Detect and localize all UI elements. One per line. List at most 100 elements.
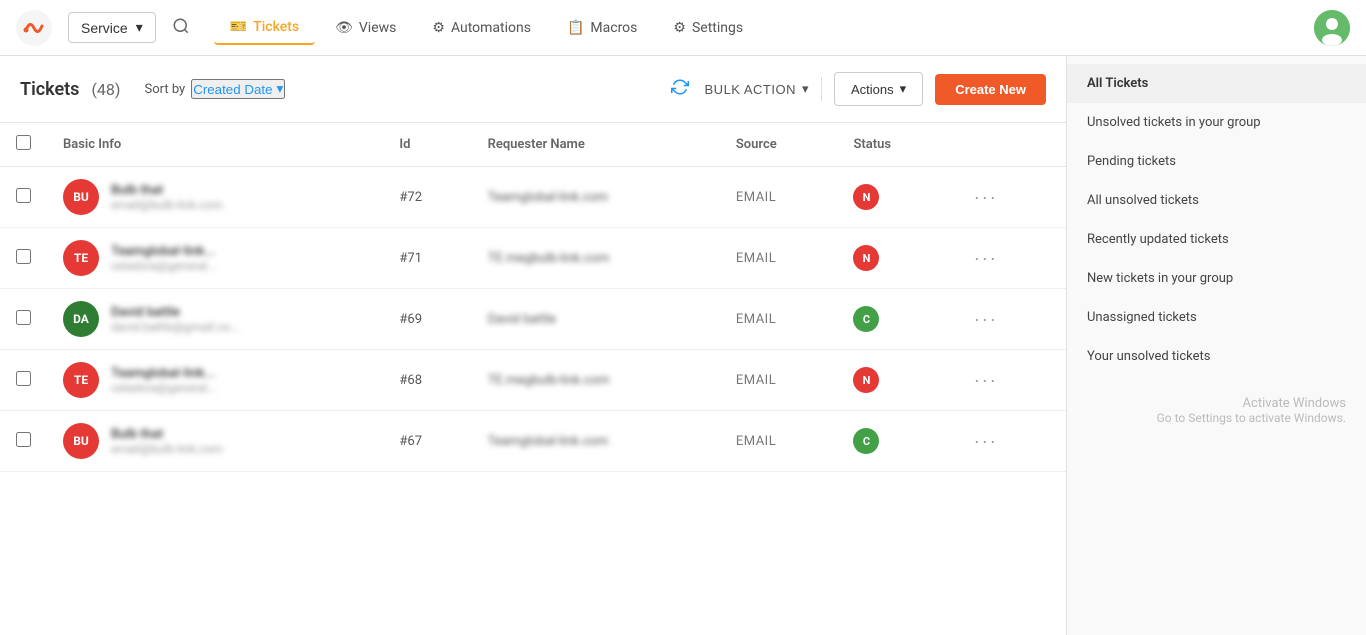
- nav-item-tickets[interactable]: 🎫 Tickets: [214, 11, 315, 45]
- sidebar-item-new-in-group[interactable]: New tickets in your group: [1067, 259, 1366, 298]
- avatar-circle: BU: [63, 179, 99, 215]
- column-source: Source: [720, 123, 838, 167]
- column-actions: [950, 123, 1066, 167]
- basic-info-text: Bulb that email@bulb-link.com: [111, 427, 223, 456]
- basic-info-email: celadora@general...: [111, 381, 217, 395]
- basic-info-name: Bulb that: [111, 427, 223, 442]
- sort-by-label: Sort by: [144, 82, 185, 97]
- sidebar-item-unassigned[interactable]: Unassigned tickets: [1067, 298, 1366, 337]
- row-checkbox-cell: [0, 411, 47, 472]
- views-icon: 👁: [335, 20, 353, 36]
- row-more-button[interactable]: ···: [966, 427, 1006, 456]
- row-more-button[interactable]: ···: [966, 366, 1006, 395]
- status-cell: N: [837, 350, 949, 411]
- nav-items: 🎫 Tickets 👁 Views ⚙ Automations 📋 Macros…: [214, 11, 1306, 45]
- tickets-icon: 🎫: [230, 19, 247, 35]
- requester-name: Teamglobal-link.com: [472, 411, 720, 472]
- column-status: Status: [837, 123, 949, 167]
- chevron-down-icon: ▾: [276, 81, 283, 97]
- basic-info-text: David battle david.battle@gmail.co...: [111, 305, 239, 334]
- toolbar-divider: [821, 77, 822, 101]
- avatar[interactable]: [1314, 10, 1350, 46]
- refresh-button[interactable]: [667, 74, 693, 105]
- source: EMAIL: [720, 167, 838, 228]
- service-dropdown[interactable]: Service ▾: [68, 12, 156, 43]
- basic-info-name: Teamglobal-link...: [111, 244, 217, 259]
- basic-info-email: celadora@general...: [111, 259, 217, 273]
- sort-value-button[interactable]: Created Date ▾: [191, 79, 285, 99]
- tickets-table-container: Basic Info Id Requester Name Source Stat…: [0, 123, 1066, 635]
- activate-windows-subtitle: Go to Settings to activate Windows.: [1087, 411, 1346, 425]
- sidebar-item-recently-updated[interactable]: Recently updated tickets: [1067, 220, 1366, 259]
- row-more-button[interactable]: ···: [966, 244, 1006, 273]
- row-checkbox-cell: [0, 228, 47, 289]
- row-more-button[interactable]: ···: [966, 183, 1006, 212]
- ticket-id: #67: [383, 411, 471, 472]
- table-row: DA David battle david.battle@gmail.co...…: [0, 289, 1066, 350]
- sidebar-item-all-tickets[interactable]: All Tickets: [1067, 64, 1366, 103]
- table-row: BU Bulb that email@bulb-link.com #72 Tea…: [0, 167, 1066, 228]
- status-badge: C: [853, 428, 879, 454]
- ticket-id: #71: [383, 228, 471, 289]
- sort-by: Sort by Created Date ▾: [144, 79, 285, 99]
- status-badge: N: [853, 367, 879, 393]
- row-checkbox-0[interactable]: [16, 188, 31, 203]
- status-cell: C: [837, 289, 949, 350]
- source: EMAIL: [720, 411, 838, 472]
- avatar-circle: TE: [63, 362, 99, 398]
- requester-name: TE.megbulb-link.com: [472, 350, 720, 411]
- row-checkbox-1[interactable]: [16, 249, 31, 264]
- status-badge: N: [853, 184, 879, 210]
- requester-name: Teamglobal-link.com: [472, 167, 720, 228]
- row-checkbox-2[interactable]: [16, 310, 31, 325]
- table-header-row: Basic Info Id Requester Name Source Stat…: [0, 123, 1066, 167]
- left-content: Tickets (48) Sort by Created Date ▾: [0, 56, 1066, 635]
- row-more-cell: ···: [950, 411, 1066, 472]
- status-cell: C: [837, 411, 949, 472]
- nav-item-automations[interactable]: ⚙ Automations: [416, 12, 547, 44]
- column-basic-info: Basic Info: [47, 123, 383, 167]
- nav-item-views[interactable]: 👁 Views: [319, 12, 412, 44]
- basic-info-name: David battle: [111, 305, 239, 320]
- toolbar-right: BULK ACTION ▾ Actions ▾ Create New: [667, 72, 1046, 106]
- actions-button[interactable]: Actions ▾: [834, 72, 923, 106]
- row-checkbox-4[interactable]: [16, 432, 31, 447]
- select-all-checkbox[interactable]: [16, 135, 31, 150]
- source: EMAIL: [720, 289, 838, 350]
- row-more-cell: ···: [950, 228, 1066, 289]
- sidebar-item-unsolved-group[interactable]: Unsolved tickets in your group: [1067, 103, 1366, 142]
- requester-name: David battle: [472, 289, 720, 350]
- row-more-button[interactable]: ···: [966, 305, 1006, 334]
- sidebar-item-your-unsolved[interactable]: Your unsolved tickets: [1067, 337, 1366, 376]
- settings-icon: ⚙: [673, 20, 686, 36]
- ticket-id: #69: [383, 289, 471, 350]
- basic-info-email: email@bulb-link.com: [111, 198, 223, 212]
- row-more-cell: ···: [950, 289, 1066, 350]
- search-button[interactable]: [164, 9, 198, 46]
- chevron-down-icon: ▾: [136, 19, 143, 36]
- sidebar-item-all-unsolved[interactable]: All unsolved tickets: [1067, 181, 1366, 220]
- tickets-count: (48): [91, 80, 120, 99]
- basic-info-cell: BU Bulb that email@bulb-link.com: [47, 167, 383, 228]
- status-badge: C: [853, 306, 879, 332]
- basic-info-text: Teamglobal-link... celadora@general...: [111, 244, 217, 273]
- macros-icon: 📋: [567, 20, 584, 36]
- nav-item-settings[interactable]: ⚙ Settings: [657, 12, 759, 44]
- nav-item-macros[interactable]: 📋 Macros: [551, 12, 653, 44]
- basic-info-cell: DA David battle david.battle@gmail.co...: [47, 289, 383, 350]
- row-checkbox-cell: [0, 289, 47, 350]
- logo: [16, 10, 52, 46]
- requester-name: TE.megbulb-link.com: [472, 228, 720, 289]
- basic-info-email: david.battle@gmail.co...: [111, 320, 239, 334]
- sidebar-item-pending[interactable]: Pending tickets: [1067, 142, 1366, 181]
- row-checkbox-3[interactable]: [16, 371, 31, 386]
- automations-icon: ⚙: [432, 20, 445, 36]
- create-new-button[interactable]: Create New: [935, 74, 1046, 105]
- right-sidebar: All TicketsUnsolved tickets in your grou…: [1066, 56, 1366, 635]
- bulk-action-button[interactable]: BULK ACTION ▾: [705, 81, 810, 97]
- row-more-cell: ···: [950, 350, 1066, 411]
- avatar-circle: TE: [63, 240, 99, 276]
- basic-info-name: Teamglobal-link...: [111, 366, 217, 381]
- ticket-id: #68: [383, 350, 471, 411]
- chevron-down-icon: ▾: [802, 81, 809, 97]
